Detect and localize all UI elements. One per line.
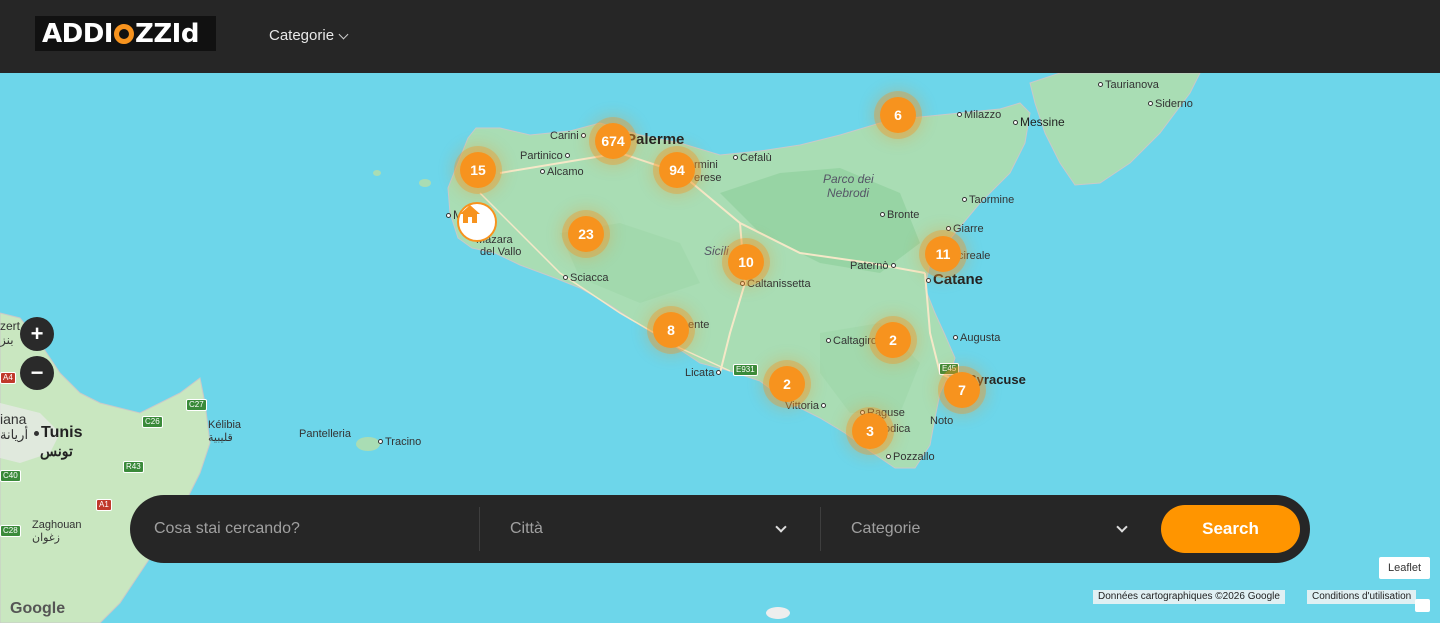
fullscreen-button[interactable] [1415,599,1430,612]
place-caltanissetta: Caltanissetta [740,278,811,290]
map-cluster-marker[interactable]: 94 [659,152,695,188]
map-cluster-marker[interactable]: 23 [568,216,604,252]
place-taormina: Taormine [962,194,1014,206]
place-nebrodi-2: Nebrodi [827,186,870,200]
place-termini: rmini [694,159,718,171]
place-licata: Licata [685,367,723,379]
place-carini: Carini [550,130,588,142]
place-bronte: Bronte [880,209,919,221]
map-cluster-marker[interactable]: 7 [944,372,980,408]
place-noto: Noto [930,415,954,427]
place-messina: Messine [1013,115,1065,129]
place-caltagirone: Caltagiro [826,335,877,347]
divider [820,507,821,551]
home-icon [460,205,480,223]
map-cluster-marker[interactable]: 6 [880,97,916,133]
site-header: ADDI ZZId Categorie [0,0,1440,73]
place-agrigento: ente [688,319,710,331]
road-badge: C40 [0,470,21,482]
place-tunis-ar: تونس [40,443,73,459]
map-cluster-marker[interactable]: 11 [925,236,961,272]
place-kelibia-ar: قليبية [208,432,233,444]
place-zaghouan: Zaghouan [32,519,82,531]
place-taurianova: Taurianova [1098,79,1159,91]
place-ariana-ar: أريانة [0,427,29,442]
category-select[interactable]: Categorie [851,509,1128,549]
leaflet-attribution-link[interactable]: Leaflet [1379,557,1430,579]
categories-menu-label: Categorie [269,27,335,44]
map-cluster-marker[interactable]: 674 [595,123,631,159]
divider [479,507,480,551]
city-select[interactable]: Città [510,509,787,549]
map-cluster-marker[interactable]: 2 [769,366,805,402]
place-pantelleria: Pantelleria [299,428,351,440]
place-kelibia: Kélibia [208,419,242,431]
place-milazzo: Milazzo [957,109,1001,121]
chevron-down-icon [775,521,787,533]
place-sciacca: Sciacca [563,272,609,284]
zoom-out-button[interactable]: − [20,356,54,390]
place-alcamo: Alcamo [540,166,584,178]
search-bar: Città Categorie Search [130,495,1310,563]
home-location-marker[interactable] [457,202,497,242]
place-catania: Catane [926,271,983,288]
place-nebrodi-1: Parco dei [823,172,874,186]
place-vittoria: Vittoria [785,400,828,412]
place-paterno: Paternò [850,260,898,272]
map-cluster-marker[interactable]: 3 [852,413,888,449]
map-cluster-marker[interactable]: 10 [728,244,764,280]
place-acireale: cireale [958,250,991,262]
chevron-down-icon [1116,521,1128,533]
site-logo[interactable]: ADDI ZZId [35,16,216,51]
google-logo: Google [10,600,66,617]
map-cluster-marker[interactable]: 15 [460,152,496,188]
place-pozzallo: Pozzallo [886,451,935,463]
place-sicilia: Sicili [704,244,729,258]
place-palermo: Palerme [626,131,685,148]
place-siderno: Siderno [1148,98,1193,110]
place-del-vallo: del Vallo [480,246,522,258]
road-badge: E931 [733,364,758,376]
map-cluster-marker[interactable]: 2 [875,322,911,358]
terms-link[interactable]: Conditions d'utilisation [1307,590,1417,604]
road-badge: A4 [0,372,16,384]
place-partinico: Partinico [520,150,572,162]
search-button[interactable]: Search [1161,505,1300,553]
place-giarre: Giarre [946,223,984,235]
place-ariana: iana [0,411,27,427]
place-imerese: erese [694,172,722,184]
road-badge: A1 [96,499,112,511]
search-input[interactable] [154,509,474,549]
place-tracino: Tracino [378,436,421,448]
logo-text: ADDI ZZId [42,18,199,49]
place-tunis: Tunis [34,424,82,442]
logo-o-icon [113,23,134,44]
road-badge: R43 [123,461,144,473]
road-badge: C26 [142,416,163,428]
categories-menu[interactable]: Categorie [269,27,349,44]
road-badge: C28 [0,525,21,537]
place-zaghouan-ar: زغوان [32,532,60,544]
chevron-down-icon [338,29,349,39]
place-bizerte: zert [0,319,21,333]
place-bizerte-ar: بنز [0,333,14,347]
map-cluster-marker[interactable]: 8 [653,312,689,348]
place-cefalu: Cefalù [733,152,772,164]
city-select-label: Città [510,520,543,537]
map-data-attribution: Données cartographiques ©2026 Google [1093,590,1285,604]
zoom-in-button[interactable]: + [20,317,54,351]
category-select-label: Categorie [851,520,921,537]
road-badge: C27 [186,399,207,411]
place-augusta: Augusta [953,332,1000,344]
